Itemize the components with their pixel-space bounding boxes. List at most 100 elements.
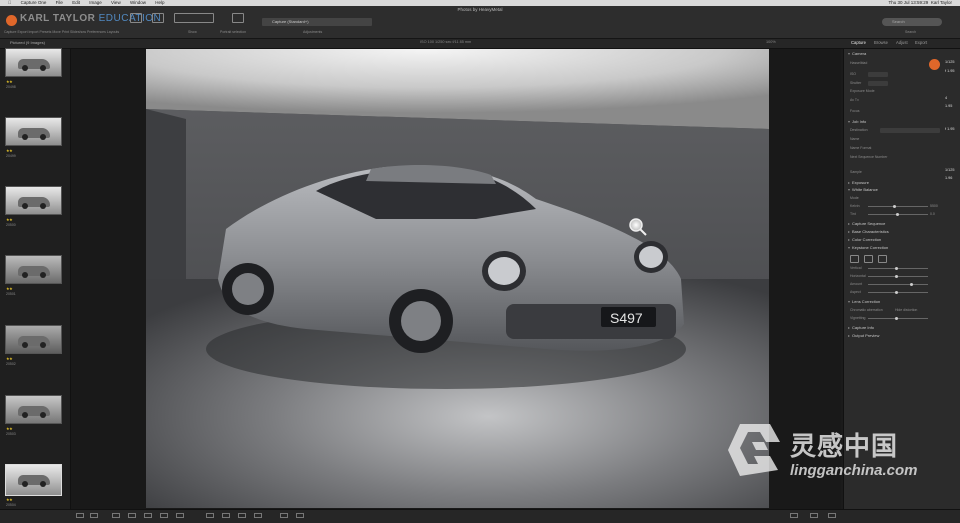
- amount-slider[interactable]: [868, 284, 928, 285]
- portrait-label: Portrait selection: [220, 30, 247, 34]
- rating-stars[interactable]: ★★: [6, 497, 13, 502]
- job-row: Next Sequence Number: [850, 155, 888, 159]
- menubar-user[interactable]: Karl Taylor: [931, 0, 952, 5]
- slider-knob[interactable]: [910, 283, 913, 286]
- lens-row[interactable]: Hide distortion: [895, 308, 917, 312]
- section-capture-sequence[interactable]: ▸ Capture Sequence: [848, 221, 885, 226]
- toolbar-labels: Capture Export Import Presets Move Print…: [4, 30, 120, 34]
- thumbnail[interactable]: [5, 325, 62, 354]
- crop-icon[interactable]: [112, 513, 120, 518]
- tint-value[interactable]: 0.0: [930, 212, 935, 216]
- rating-stars[interactable]: ★★: [6, 286, 13, 291]
- layout-icon[interactable]: [130, 13, 142, 23]
- section-white-balance[interactable]: ▾ White Balance: [848, 187, 878, 192]
- grid-view-icon[interactable]: [76, 513, 84, 518]
- straighten-icon[interactable]: [128, 513, 136, 518]
- layout-compare-icon[interactable]: [152, 13, 164, 23]
- side-value: 1.96: [945, 176, 953, 180]
- wb-row: Tint: [850, 212, 856, 216]
- side-value: f 1.95: [945, 127, 955, 131]
- side-value: 1/125: [945, 60, 955, 64]
- capture-record-icon[interactable]: [6, 15, 17, 26]
- side-value: 1/125: [945, 168, 955, 172]
- job-row: Destination: [850, 128, 868, 132]
- section-keystone[interactable]: ▾ Keystone Correction: [848, 245, 888, 250]
- section-lens-correction[interactable]: ▾ Lens Correction: [848, 299, 880, 304]
- filmstrip-icon[interactable]: [90, 513, 98, 518]
- proof-icon[interactable]: [254, 513, 262, 518]
- browser-title: Pictured (9 Images): [10, 40, 45, 45]
- destination-field[interactable]: [880, 128, 940, 133]
- section-camera[interactable]: ▾ Camera: [848, 51, 866, 56]
- thumbnail[interactable]: [5, 48, 62, 77]
- prev-icon[interactable]: [280, 513, 288, 518]
- window-title: Photos by HeavyMetal: [457, 7, 503, 12]
- fit-icon[interactable]: [828, 513, 836, 518]
- tab-adjust[interactable]: Adjust: [896, 40, 908, 45]
- search-input[interactable]: Search: [882, 18, 942, 26]
- hand-icon[interactable]: [176, 513, 184, 518]
- logo-url-text: lingganchina.com: [790, 462, 918, 479]
- thumbnail[interactable]: [5, 255, 62, 284]
- job-row: Name: [850, 137, 860, 141]
- zoom-out-icon[interactable]: [790, 513, 798, 518]
- logo-chinese-text: 灵感中国: [790, 432, 899, 462]
- rating-stars[interactable]: ★★: [6, 148, 13, 153]
- thumbnail[interactable]: [5, 117, 62, 146]
- slider-knob[interactable]: [895, 275, 898, 278]
- thumbnail-name: 20501: [6, 292, 16, 296]
- rating-stars[interactable]: ★★: [6, 426, 13, 431]
- folder-icon[interactable]: [232, 13, 244, 23]
- overlay-icon[interactable]: [206, 513, 214, 518]
- tab-capture[interactable]: Capture: [851, 40, 866, 45]
- keystone-horizontal-icon[interactable]: [864, 255, 873, 263]
- section-capture-info[interactable]: ▸ Capture Info: [848, 325, 874, 330]
- kelvin-value[interactable]: 5500: [930, 204, 938, 208]
- aspect-slider[interactable]: [868, 292, 928, 293]
- car-photo[interactable]: S497: [146, 49, 769, 508]
- camera-row: Av Tv: [850, 98, 859, 102]
- tint-knob[interactable]: [896, 213, 899, 216]
- show-toggle-group[interactable]: [174, 13, 214, 23]
- exposure-warning-icon[interactable]: [238, 513, 246, 518]
- rating-stars[interactable]: ★★: [6, 356, 13, 361]
- section-base-characteristics[interactable]: ▸ Base Characteristics: [848, 229, 889, 234]
- thumbnail-selected[interactable]: [5, 464, 62, 496]
- picker-icon[interactable]: [160, 513, 168, 518]
- rating-stars[interactable]: ★★: [6, 217, 13, 222]
- slider-knob[interactable]: [895, 317, 898, 320]
- side-value: 1.95: [945, 104, 953, 108]
- slider-knob[interactable]: [895, 291, 898, 294]
- brush-icon[interactable]: [144, 513, 152, 518]
- keystone-vertical-icon[interactable]: [850, 255, 859, 263]
- zoom-level[interactable]: 100%: [766, 40, 776, 44]
- shutter-field[interactable]: [868, 81, 888, 86]
- horizontal-slider[interactable]: [868, 276, 928, 277]
- thumbnail-name: 20502: [6, 362, 16, 366]
- capture-button[interactable]: [929, 59, 940, 70]
- tab-export[interactable]: Export: [915, 40, 927, 45]
- section-exposure[interactable]: ▸ Exposure: [848, 180, 869, 185]
- slider-knob[interactable]: [895, 267, 898, 270]
- lens-row: Vignetting: [850, 316, 866, 320]
- kelvin-knob[interactable]: [893, 205, 896, 208]
- section-color-correction[interactable]: ▸ Color Correction: [848, 237, 881, 242]
- thumbnail[interactable]: [5, 186, 62, 215]
- lens-row[interactable]: Chromatic aberration: [850, 308, 883, 312]
- section-output-preview[interactable]: ▸ Output Preview: [848, 333, 879, 338]
- thumbnail[interactable]: [5, 395, 62, 424]
- tab-browse[interactable]: Browse: [874, 40, 888, 45]
- thumbnail-name: 20499: [6, 154, 16, 158]
- grid-overlay-icon[interactable]: [222, 513, 230, 518]
- menubar-clock[interactable]: Thu 30 Jul 13:59:29: [889, 0, 929, 5]
- rating-stars[interactable]: ★★: [6, 79, 13, 84]
- iso-field[interactable]: [868, 72, 888, 77]
- zoom-in-icon[interactable]: [810, 513, 818, 518]
- kelvin-slider[interactable]: [868, 206, 928, 207]
- keystone-grid-icon[interactable]: [878, 255, 887, 263]
- section-job-info[interactable]: ▾ Job Info: [848, 119, 866, 124]
- style-select[interactable]: Capture (Standard+): [262, 18, 372, 26]
- vertical-slider[interactable]: [868, 268, 928, 269]
- next-icon[interactable]: [296, 513, 304, 518]
- vignetting-slider[interactable]: [868, 318, 928, 319]
